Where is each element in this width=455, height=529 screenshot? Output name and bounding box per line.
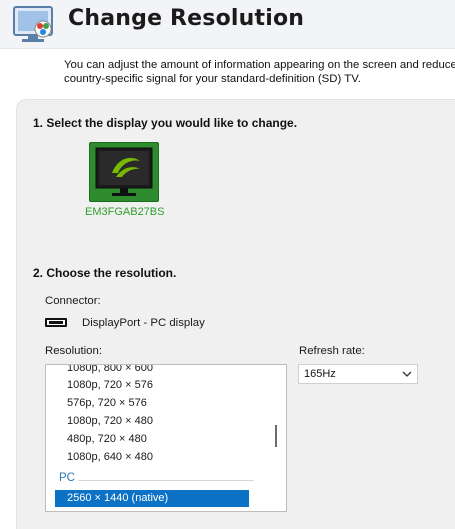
header: Change Resolution — [0, 0, 455, 49]
chevron-down-icon — [402, 371, 412, 377]
section-select-display-title: 1. Select the display you would like to … — [33, 116, 298, 130]
resolution-label: Resolution: — [45, 345, 102, 357]
resolution-item-selected[interactable]: 2560 × 1440 (native) — [55, 490, 249, 507]
refresh-rate-label: Refresh rate: — [299, 345, 365, 357]
display-settings-icon — [13, 6, 53, 42]
refresh-rate-select[interactable]: 165Hz — [298, 364, 418, 384]
resolution-item[interactable]: 1080p, 640 × 480 — [46, 449, 268, 467]
connector-label: Connector: — [45, 295, 101, 307]
display-name-label: EM3FGAB27BS — [85, 206, 165, 218]
page-title: Change Resolution — [68, 6, 305, 31]
description-line-1: You can adjust the amount of information… — [64, 59, 455, 71]
section-choose-resolution-title: 2. Choose the resolution. — [33, 266, 177, 280]
description-line-2: country-specific signal for your standar… — [64, 73, 361, 85]
nvidia-monitor-icon — [95, 147, 153, 196]
resolution-item[interactable]: 480p, 720 × 480 — [46, 431, 268, 449]
description: You can adjust the amount of information… — [64, 58, 455, 86]
settings-panel: 1. Select the display you would like to … — [16, 99, 455, 529]
resolution-scrollbar[interactable] — [268, 365, 285, 511]
scrollbar-thumb[interactable] — [275, 425, 277, 447]
resolution-item[interactable]: 576p, 720 × 576 — [46, 395, 268, 413]
resolution-item[interactable]: 1080p, 720 × 576 — [46, 377, 268, 395]
displayport-icon — [45, 318, 67, 327]
resolution-item[interactable]: 1080p, 720 × 480 — [46, 413, 268, 431]
display-select-button[interactable] — [89, 142, 159, 202]
resolution-item[interactable]: 1080p, 800 × 600 — [46, 365, 268, 378]
group-divider — [78, 480, 254, 481]
connector-value: DisplayPort - PC display — [82, 317, 205, 329]
resolution-list[interactable]: 1080p, 800 × 600 1080p, 720 × 576 576p, … — [45, 364, 287, 512]
resolution-group-pc: PC — [59, 472, 75, 484]
refresh-rate-value: 165Hz — [304, 368, 336, 380]
